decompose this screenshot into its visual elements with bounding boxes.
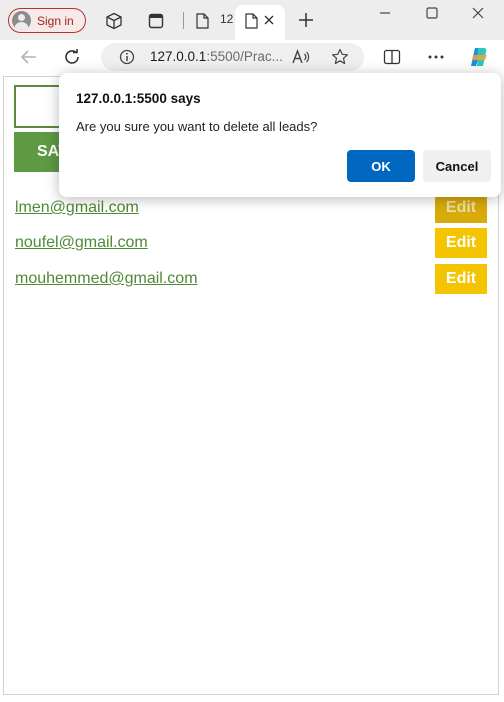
lead-email-link[interactable]: lmen@gmail.com [15,199,139,217]
lead-email-link[interactable]: noufel@gmail.com [15,234,148,252]
page-icon [194,12,210,30]
edit-button[interactable]: Edit [435,264,487,294]
refresh-icon[interactable] [62,47,82,67]
split-screen-icon[interactable] [382,47,402,67]
favorite-star-icon[interactable] [330,47,350,67]
url-host: 127.0.0.1 [150,49,207,64]
url-text[interactable]: 127.0.0.1:5500/Prac... [150,49,283,64]
sign-in-label: Sign in [37,13,74,28]
url-path: :5500/Prac... [206,49,283,64]
site-info-icon[interactable] [118,48,136,66]
new-tab-plus-icon[interactable] [296,10,316,30]
lead-email-link[interactable]: mouhemmed@gmail.com [15,270,198,288]
save-button[interactable]: SAVE [14,132,64,172]
maximize-icon[interactable] [424,5,440,21]
avatar-icon [12,11,31,30]
edit-button[interactable]: Edit [435,193,487,223]
workspaces-icon[interactable] [104,11,124,31]
read-aloud-icon[interactable] [291,48,311,66]
minimize-icon[interactable] [377,5,393,21]
tab-title[interactable]: 12 [220,12,233,26]
ok-button[interactable]: OK [347,150,415,182]
sign-in-button[interactable]: Sign in [8,8,86,33]
tab-separator [183,12,184,29]
tab-actions-icon[interactable] [146,11,166,31]
lead-input-field[interactable] [14,85,64,128]
dialog-message: Are you sure you want to delete all lead… [76,119,318,134]
copilot-icon[interactable] [467,45,491,69]
edit-button[interactable]: Edit [435,228,487,258]
cancel-button[interactable]: Cancel [423,150,491,182]
more-menu-icon[interactable] [426,47,446,67]
back-icon[interactable] [19,47,39,67]
dialog-title: 127.0.0.1:5500 says [76,91,201,106]
page-icon [243,12,259,30]
close-window-icon[interactable] [470,5,486,21]
close-tab-icon[interactable] [262,13,276,27]
confirm-dialog: 127.0.0.1:5500 says Are you sure you wan… [59,73,501,197]
